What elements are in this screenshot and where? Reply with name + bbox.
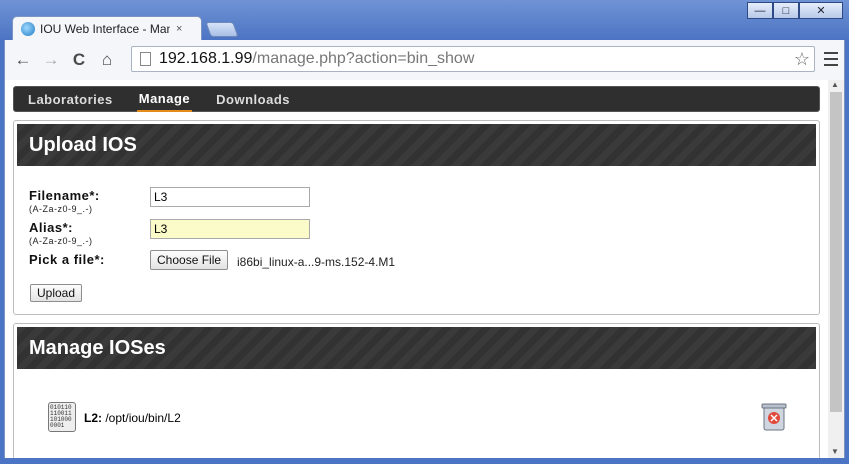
main-nav: Laboratories Manage Downloads — [13, 86, 820, 112]
upload-panel: Upload IOS Filename*: (A-Za-z0-9_.-) Ali… — [13, 120, 820, 315]
tab-close-icon[interactable]: × — [176, 23, 182, 35]
alias-label: Alias*: — [29, 220, 73, 235]
manage-panel-title: Manage IOSes — [17, 327, 816, 369]
bookmark-star-icon[interactable]: ☆ — [794, 49, 810, 70]
file-label: Pick a file*: — [29, 252, 105, 267]
nav-item-manage[interactable]: Manage — [136, 87, 193, 112]
favicon-icon — [21, 21, 35, 36]
vertical-scrollbar[interactable]: ▲ ▼ — [828, 80, 844, 458]
alias-input[interactable] — [150, 219, 310, 239]
forward-icon[interactable]: → — [37, 50, 65, 70]
page-viewport: Laboratories Manage Downloads Upload IOS… — [4, 80, 845, 458]
choose-file-button[interactable]: Choose File — [150, 250, 229, 270]
upload-panel-title: Upload IOS — [17, 124, 816, 166]
tab-title: IOU Web Interface - Man — [40, 21, 170, 36]
browser-window: — □ ✕ IOU Web Interface - Man × ← → C ⌂ … — [0, 0, 849, 464]
scroll-down-icon[interactable]: ▼ — [831, 447, 839, 456]
page-content: Laboratories Manage Downloads Upload IOS… — [13, 86, 820, 458]
home-icon[interactable]: ⌂ — [93, 50, 121, 70]
scroll-up-icon[interactable]: ▲ — [831, 80, 839, 89]
list-item: L2: /opt/iou/bin/L2 — [84, 411, 181, 425]
browser-toolbar: ← → C ⌂ 192.168.1.99/manage.php?action=b… — [4, 40, 845, 80]
nav-item-downloads[interactable]: Downloads — [214, 88, 292, 111]
maximize-button[interactable]: □ — [773, 2, 799, 19]
filename-hint: (A-Za-z0-9_.-) — [29, 204, 93, 214]
new-tab-button[interactable] — [205, 22, 239, 37]
alias-hint: (A-Za-z0-9_.-) — [29, 236, 93, 246]
manage-panel: Manage IOSes 010110 110011 101000 0001 L2: … — [13, 323, 820, 458]
menu-icon[interactable] — [824, 52, 838, 66]
ios-path: /opt/iou/bin/L2 — [105, 411, 181, 425]
window-controls: — □ ✕ — [747, 2, 843, 19]
scroll-thumb[interactable] — [830, 92, 842, 412]
url-path: /manage.php?action=bin_show — [252, 50, 475, 67]
url-host: 192.168.1.99 — [159, 50, 253, 67]
close-window-button[interactable]: ✕ — [799, 2, 843, 19]
address-bar[interactable]: 192.168.1.99/manage.php?action=bin_show … — [131, 46, 815, 72]
back-icon[interactable]: ← — [9, 50, 37, 70]
ios-name: L2: — [84, 411, 102, 425]
trash-icon[interactable] — [761, 402, 787, 432]
chosen-file-name: i86bi_linux-a...9-ms.152-4.M1 — [237, 255, 396, 269]
ios-list: 010110 110011 101000 0001 L2: /opt/iou/bin/… — [14, 372, 819, 458]
filename-input[interactable] — [150, 187, 310, 207]
upload-form: Filename*: (A-Za-z0-9_.-) Alias*: (A-Za-… — [14, 169, 819, 314]
page-icon — [140, 52, 151, 66]
nav-item-laboratories[interactable]: Laboratories — [26, 88, 115, 111]
browser-tab[interactable]: IOU Web Interface - Man × — [12, 16, 202, 40]
minimize-button[interactable]: — — [747, 2, 773, 19]
filename-label: Filename*: — [29, 188, 100, 203]
binary-file-icon: 010110 110011 101000 0001 — [48, 402, 76, 432]
reload-icon[interactable]: C — [65, 50, 93, 70]
upload-button[interactable]: Upload — [30, 284, 83, 302]
